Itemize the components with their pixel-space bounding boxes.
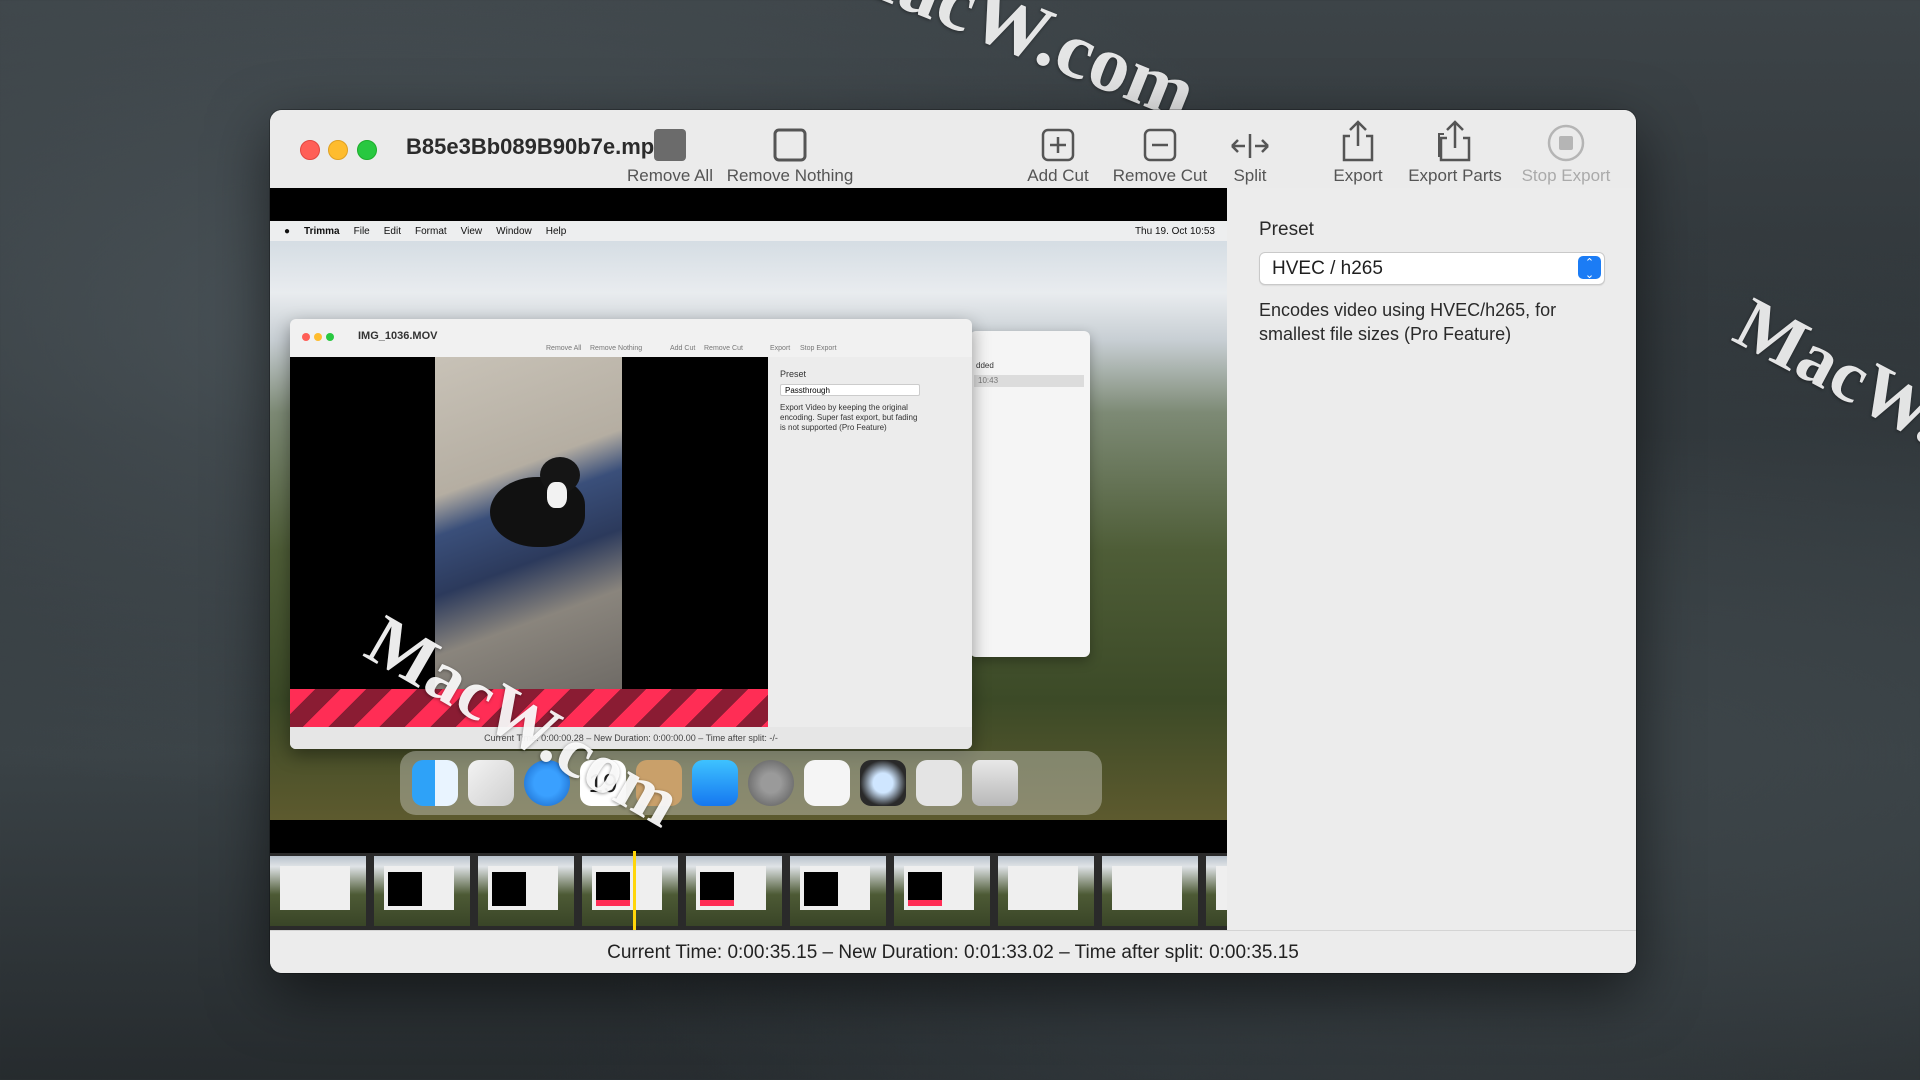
zoom-button[interactable] [357, 140, 377, 160]
preset-label: Preset [1259, 219, 1314, 240]
close-button[interactable] [300, 140, 320, 160]
preview-preset-label: Preset [780, 369, 807, 379]
timeline-thumbnail [478, 856, 574, 926]
preview-menu-item: Edit [383, 225, 401, 237]
minimize-button[interactable] [328, 140, 348, 160]
preview-menu-item: Help [545, 225, 567, 237]
timeline-thumbnail [894, 856, 990, 926]
remove-cut-label: Remove Cut [1112, 166, 1208, 185]
timeline-thumbnail [270, 856, 366, 926]
timeline-thumbnail [374, 856, 470, 926]
filled-square-icon [654, 129, 686, 161]
preview-toolbar-label: Remove Cut [704, 345, 743, 352]
preview-side-header: dded [976, 361, 994, 370]
share-icon [1342, 120, 1374, 162]
remove-nothing-label: Remove Nothing [726, 166, 854, 185]
cat-chest [547, 482, 567, 508]
settings-panel: Preset HVEC / h265 ⌃ ⌃ Encodes video usin… [1227, 188, 1636, 930]
trimma-icon [804, 760, 850, 806]
export-parts-button[interactable]: Export Parts [1400, 120, 1510, 185]
preview-menu-item: Window [496, 225, 532, 237]
finder-icon [412, 760, 458, 806]
stop-export-label: Stop Export [1521, 166, 1611, 185]
app-window: B85e3Bb089B90b7e.mp4 Remove All Remove N… [270, 110, 1636, 973]
status-bar: Current Time: 0:00:35.15 – New Duration:… [270, 930, 1636, 973]
timeline-thumbnail [1102, 856, 1198, 926]
remove-all-label: Remove All [627, 166, 713, 185]
preview-menubar-app: Trimma [304, 225, 340, 237]
apple-icon: ● [284, 225, 291, 237]
preview-menu-item: File [353, 225, 370, 237]
stop-export-button[interactable]: Stop Export [1516, 122, 1616, 185]
preset-description: Encodes video using HVEC/h265, for small… [1259, 300, 1557, 344]
add-cut-button[interactable]: Add Cut [1018, 122, 1098, 185]
preview-clock: Thu 19. Oct 10:53 [1134, 225, 1215, 237]
launchpad-icon [468, 760, 514, 806]
preview-preset-select: Passthrough [780, 384, 920, 396]
export-label: Export [1333, 166, 1383, 185]
timeline-playhead[interactable] [633, 851, 636, 930]
timeline-thumbnail [998, 856, 1094, 926]
split-label: Split [1233, 166, 1267, 185]
split-button[interactable]: Split [1220, 122, 1280, 185]
watermark: MacW.com [1721, 282, 1920, 523]
preview-side-row: 10:43 [974, 375, 1084, 387]
remove-nothing-button[interactable]: Remove Nothing [725, 122, 855, 185]
preview-max-dot [326, 333, 334, 341]
quicktime-icon [860, 760, 906, 806]
share-multiple-icon [1438, 120, 1471, 162]
preset-select[interactable]: HVEC / h265 ⌃ ⌃ [1259, 252, 1605, 285]
preview-toolbar-label: Remove All [546, 345, 582, 352]
preview-side-window: dded 10:43 [970, 331, 1090, 657]
add-cut-label: Add Cut [1027, 166, 1089, 185]
preset-select-value: HVEC / h265 [1272, 258, 1383, 279]
settings-icon [748, 760, 794, 806]
stop-circle-icon [1547, 124, 1585, 162]
timeline-thumbnail [790, 856, 886, 926]
video-file-icon [916, 760, 962, 806]
empty-square-icon [773, 128, 807, 162]
export-button[interactable]: Export [1323, 120, 1393, 185]
preview-toolbar-label: Export [770, 345, 791, 352]
split-arrows-icon [1231, 134, 1269, 158]
preview-toolbar-label: Stop Export [800, 345, 837, 352]
preview-inner-title: IMG_1036.MOV [358, 330, 438, 342]
preview-preset-desc: Export Video by keeping the original enc… [780, 403, 918, 432]
trash-icon [972, 760, 1018, 806]
timeline-thumbnail [582, 856, 678, 926]
video-frame: ● Trimma File Edit Format View Window He… [270, 221, 1227, 820]
app-store-icon [692, 760, 738, 806]
remove-all-button[interactable]: Remove All [625, 122, 715, 185]
preview-menu-item: Format [414, 225, 447, 237]
export-parts-label: Export Parts [1408, 166, 1502, 185]
chevron-up-down-icon: ⌃ ⌃ [1578, 256, 1601, 279]
timeline-thumbnail [1206, 856, 1227, 926]
remove-cut-button[interactable]: Remove Cut [1105, 122, 1215, 185]
timeline-filmstrip[interactable] [270, 853, 1227, 930]
plus-square-icon [1041, 128, 1075, 162]
preview-inner-sidebar: Preset Passthrough Export Video by keepi… [768, 357, 972, 727]
titlebar: B85e3Bb089B90b7e.mp4 Remove All Remove N… [270, 110, 1636, 189]
preview-dock: 19 [400, 751, 1102, 815]
minus-square-icon [1143, 128, 1177, 162]
preview-close-dot [302, 333, 310, 341]
preview-toolbar-label: Remove Nothing [590, 345, 643, 352]
preview-menu-item: View [460, 225, 483, 237]
preview-menubar: ● Trimma File Edit Format View Window He… [270, 221, 1227, 241]
timeline-thumbnail [686, 856, 782, 926]
preview-toolbar-label: Add Cut [670, 345, 696, 352]
preview-min-dot [314, 333, 322, 341]
video-preview[interactable]: ● Trimma File Edit Format View Window He… [270, 188, 1227, 930]
